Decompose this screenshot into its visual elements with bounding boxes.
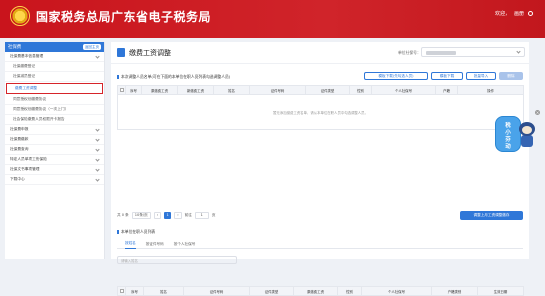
tab-by-social-security-number[interactable]: 按个人社保号 <box>174 239 196 249</box>
prev-page-button[interactable]: ‹ <box>153 211 162 219</box>
page-title: 缴费工资调整 <box>129 49 171 57</box>
sidebar-item[interactable]: 社保费基本信息管理 <box>5 52 104 62</box>
back-home-button[interactable]: 返回主页 <box>83 44 101 50</box>
chevron-down-icon <box>95 137 100 142</box>
sidebar-header: 社保费 返回主页 <box>5 42 104 52</box>
select-all-checkbox[interactable] <box>119 289 124 293</box>
user-name[interactable]: 画册 <box>514 10 524 17</box>
pagination: 共 0 条 10条/页 ‹ 1 › 前往 1 页 <box>117 210 215 220</box>
adjust-table: 序号 原缴费工资 新缴费工资 姓名 证件号码 证件类型 性别 个人社保号 户籍 操作 暂无添加缴费… <box>117 85 524 130</box>
column-header: 性别 <box>337 286 362 296</box>
select-all-checkbox-header[interactable] <box>117 286 126 296</box>
sidebar-item[interactable]: 特定人员单项工伤保险 <box>5 155 104 165</box>
sidebar-item[interactable]: 社保减员登记 <box>5 72 104 82</box>
column-header: 姓名 <box>143 286 184 296</box>
logout-icon[interactable] <box>528 11 533 16</box>
search-tabs: 按姓名 按证件号码 按个人社保号 <box>117 239 523 249</box>
column-header: 原缴费工资 <box>141 85 178 95</box>
page-unit: 页 <box>211 212 216 217</box>
sidebar-item[interactable]: 社保费查询 <box>5 145 104 155</box>
name-search-input[interactable]: 请输入姓名 <box>117 256 237 264</box>
chevron-down-icon <box>95 147 100 152</box>
sidebar-item[interactable]: 社保缴费登记 <box>5 62 104 72</box>
column-header: 个人社保号 <box>371 85 436 95</box>
column-header: 证件号码 <box>249 85 306 95</box>
sidebar-title: 社保费 <box>8 45 22 50</box>
header-user[interactable]: 欢迎， 画册 <box>495 10 533 17</box>
goto-page-input[interactable]: 1 <box>194 211 209 219</box>
next-page-button[interactable]: › <box>174 211 182 219</box>
column-header: 序号 <box>125 286 144 296</box>
sidebar-item[interactable]: 缴费工资调整 <box>6 83 103 94</box>
column-header: 证件号码 <box>183 286 250 296</box>
template-download-selected-button[interactable]: 模板下载(先勾选人员) <box>364 72 428 80</box>
column-header: 户籍 <box>435 85 458 95</box>
employee-table: 序号 姓名 证件号码 证件类型 原缴费工资 性别 个人社保号 户籍类别 生效日期 <box>117 286 524 296</box>
batch-import-button[interactable]: 批量导入 <box>466 72 496 80</box>
unit-label: 单位社保号： <box>398 50 421 55</box>
sidebar-item[interactable]: 社会保险缴费人员权限开卡报告 <box>5 115 104 125</box>
chevron-down-icon <box>95 177 100 182</box>
delete-button[interactable]: 删除 <box>499 72 523 80</box>
tab-by-name[interactable]: 按姓名 <box>125 239 136 249</box>
header: 国家税务总局广东省电子税务局 欢迎， 画册 <box>0 0 545 38</box>
column-header: 户籍类别 <box>431 286 478 296</box>
total-count: 共 0 条 <box>117 212 129 217</box>
column-header: 序号 <box>125 85 142 95</box>
column-header: 个人社保号 <box>361 286 432 296</box>
sidebar-item[interactable]: 社保费缴款 <box>5 135 104 145</box>
column-header: 性别 <box>349 85 372 95</box>
page-number-1[interactable]: 1 <box>164 211 172 219</box>
sidebar-item[interactable]: 同意授权划缴费协议（一次上门） <box>5 105 104 115</box>
chevron-down-icon <box>95 157 100 162</box>
select-all-checkbox[interactable] <box>119 88 124 92</box>
column-header: 操作 <box>457 85 524 95</box>
chevron-down-icon <box>95 167 100 172</box>
tax-assistant-widget[interactable]: 税小芬动 × <box>495 110 540 156</box>
document-icon <box>117 48 125 57</box>
welcome-text: 欢迎， <box>494 11 510 17</box>
close-icon[interactable]: × <box>535 110 540 115</box>
site-title: 国家税务总局广东省电子税务局 <box>36 10 212 24</box>
sidebar-item[interactable]: 同意授权划缴费协议 <box>5 95 104 105</box>
employee-list-title: 本单位在职人员列表 <box>117 229 155 235</box>
column-header: 姓名 <box>213 85 250 95</box>
select-all-checkbox-header[interactable] <box>117 85 126 95</box>
column-header: 原缴费工资 <box>293 286 338 296</box>
adjust-list-title: 本次调整人员名单(可在下面的本单位在职人员列表勾选调整人员) <box>117 74 230 80</box>
sidebar: 社保费 返回主页 社保费基本信息管理 社保缴费登记 社保减员登记 缴费工资调整 同意授权… <box>5 42 105 259</box>
assistant-robot-icon[interactable] <box>517 122 537 148</box>
column-header: 生效日期 <box>477 286 524 296</box>
sidebar-item[interactable]: 社保文书事项管理 <box>5 165 104 175</box>
sidebar-item[interactable]: 社保费申报 <box>5 125 104 135</box>
sidebar-item[interactable]: 下载中心 <box>5 175 104 185</box>
main-panel: 缴费工资调整 单位社保号： 本次调整人员名单(可在下面的本单位在职人员列表勾选调… <box>111 42 529 296</box>
template-download-button[interactable]: 模板下载 <box>431 72 463 80</box>
tab-by-id-number[interactable]: 按证件号码 <box>146 239 164 249</box>
sidebar-menu: 社保费基本信息管理 社保缴费登记 社保减员登记 缴费工资调整 同意授权划缴费协议 同意授权… <box>5 52 104 185</box>
save-adjustment-button[interactable]: 调整上月工资调整缴存 <box>460 211 523 220</box>
tax-emblem-icon <box>10 6 30 26</box>
empty-state-text: 暂无添加缴费工资名单，请从本单位在职人员中勾选调整人员。 <box>117 94 524 130</box>
column-header: 证件类型 <box>305 85 350 95</box>
chevron-down-icon <box>95 127 100 132</box>
page-header: 缴费工资调整 单位社保号： <box>111 42 529 64</box>
goto-label: 前往 <box>184 212 192 217</box>
column-header: 证件类型 <box>249 286 294 296</box>
unit-value-redacted <box>426 51 456 55</box>
page-size-select[interactable]: 10条/页 <box>131 211 151 219</box>
chevron-down-icon <box>516 49 521 54</box>
chevron-down-icon <box>95 54 100 59</box>
unit-select[interactable] <box>421 47 525 57</box>
column-header: 新缴费工资 <box>177 85 214 95</box>
